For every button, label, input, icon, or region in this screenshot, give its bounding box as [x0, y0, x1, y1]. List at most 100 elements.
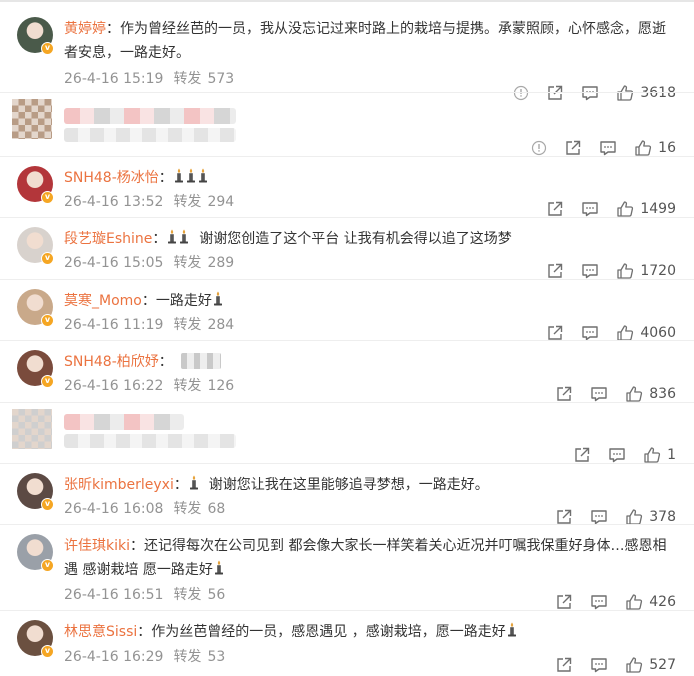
- repost-count: 转发 573: [173, 71, 234, 87]
- candle-emoji-icon: [213, 560, 225, 578]
- reply-icon[interactable]: [590, 656, 608, 674]
- share-icon[interactable]: [564, 139, 582, 157]
- share-icon[interactable]: [555, 385, 573, 403]
- comment-meta: 26-4-16 16:51 转发 56: [64, 584, 225, 604]
- repost-number: 294: [207, 194, 235, 210]
- comment-item: v 林思意Sissi：作为丝芭曾经的一员，感恩遇见 ，感谢栽培，愿一路走好 26-4…: [0, 620, 694, 676]
- repost-label: 转发: [173, 194, 202, 210]
- comment-body: 作为曾经丝芭的一员，我从没忘记过来时路上的栽培与提携。承蒙照顾，心怀感念，愿逝者…: [64, 21, 666, 61]
- username-link[interactable]: SNH48-柏欣妤: [64, 354, 159, 370]
- like-button[interactable]: 1720: [616, 262, 676, 280]
- divider: [0, 340, 694, 341]
- share-icon[interactable]: [573, 446, 591, 464]
- repost-number: 56: [207, 587, 226, 603]
- verified-badge-icon: v: [41, 498, 54, 511]
- repost-number: 68: [207, 501, 226, 517]
- reply-icon[interactable]: [608, 446, 626, 464]
- repost-number: 126: [207, 378, 235, 394]
- comment-meta: 26-4-16 16:29 转发 53: [64, 646, 225, 666]
- repost-count: 转发 126: [173, 378, 234, 394]
- like-button[interactable]: 836: [625, 385, 676, 403]
- comment-meta: 26-4-16 16:22 转发 126: [64, 375, 234, 395]
- repost-label: 转发: [173, 255, 202, 271]
- verified-badge-icon: v: [41, 645, 54, 658]
- reply-icon[interactable]: [599, 139, 617, 157]
- username-link[interactable]: 林思意Sissi: [64, 624, 137, 640]
- username-link[interactable]: SNH48-杨冰怡: [64, 170, 159, 186]
- username-link[interactable]: 段艺璇Eshine: [64, 231, 152, 247]
- candle-emoji-icon: [166, 229, 178, 247]
- username-link[interactable]: 莫寒_Momo: [64, 293, 142, 309]
- colon: ：: [130, 538, 144, 554]
- reply-icon[interactable]: [581, 84, 599, 102]
- repost-label: 转发: [173, 71, 202, 87]
- timestamp: 26-4-16 15:19: [64, 71, 164, 87]
- divider: [0, 92, 694, 93]
- reply-icon[interactable]: [590, 385, 608, 403]
- report-icon[interactable]: [513, 85, 529, 101]
- comment-meta: 26-4-16 15:19 转发 573: [64, 68, 234, 88]
- username-link[interactable]: 黄婷婷: [64, 21, 106, 37]
- verified-badge-icon: v: [41, 252, 54, 265]
- like-count: 1: [667, 447, 676, 463]
- colon: ：: [106, 21, 120, 37]
- blurred-username: [64, 108, 236, 124]
- username-link[interactable]: 张昕kimberleyxi: [64, 477, 174, 493]
- divider: [0, 524, 694, 525]
- comment-body: 作为丝芭曾经的一员，感恩遇见 ，感谢栽培，愿一路走好: [151, 624, 506, 640]
- blurred-emoji: [180, 353, 221, 369]
- share-icon[interactable]: [546, 84, 564, 102]
- comment-body: 还记得每次在公司见到 都会像大家长一样笑着关心近况并叮嘱我保重好身体…感恩相遇 …: [64, 538, 667, 578]
- repost-label: 转发: [173, 501, 202, 517]
- verified-badge-icon: v: [41, 42, 54, 55]
- comment-meta: 26-4-16 15:05 转发 289: [64, 252, 234, 272]
- share-icon[interactable]: [555, 656, 573, 674]
- candle-emoji-icon: [173, 168, 185, 186]
- comment-list: v 黄婷婷：作为曾经丝芭的一员，我从没忘记过来时路上的栽培与提携。承蒙照顾，心怀感…: [0, 0, 694, 676]
- comment-actions: 1720: [529, 261, 676, 281]
- repost-number: 284: [207, 317, 235, 333]
- like-count: 836: [649, 386, 676, 402]
- comment-text: 莫寒_Momo：一路走好: [64, 289, 676, 313]
- colon: ：: [137, 624, 152, 640]
- like-button[interactable]: 1499: [616, 200, 676, 218]
- reply-icon[interactable]: [581, 262, 599, 280]
- report-icon[interactable]: [531, 140, 547, 156]
- comment-item: v 段艺璇Eshine： 谢谢您创造了这个平台 让我有机会得以追了这场梦 26-4-…: [0, 227, 694, 283]
- comment-item: 16: [0, 99, 694, 160]
- repost-count: 转发 289: [173, 255, 234, 271]
- like-button[interactable]: 426: [625, 593, 676, 611]
- verified-badge-icon: v: [41, 191, 54, 204]
- timestamp: 26-4-16 15:05: [64, 255, 164, 271]
- divider: [0, 610, 694, 611]
- candle-emoji-icon: [178, 229, 190, 247]
- like-button[interactable]: 3618: [616, 84, 676, 102]
- avatar[interactable]: [12, 99, 52, 139]
- share-icon[interactable]: [546, 262, 564, 280]
- comment-actions: 1499: [529, 199, 676, 219]
- comment-actions: 836: [538, 384, 676, 404]
- share-icon[interactable]: [546, 200, 564, 218]
- like-button[interactable]: 1: [643, 446, 676, 464]
- share-icon[interactable]: [555, 593, 573, 611]
- colon: ：: [173, 477, 188, 493]
- reply-icon[interactable]: [581, 200, 599, 218]
- divider: [0, 217, 694, 218]
- reply-icon[interactable]: [590, 593, 608, 611]
- comment-item: v 莫寒_Momo：一路走好 26-4-16 11:19 转发 284 4060: [0, 289, 694, 345]
- candle-emoji-icon: [197, 168, 209, 186]
- comment-body: 谢谢您创造了这个平台 让我有机会得以追了这场梦: [199, 231, 512, 247]
- colon: ：: [158, 354, 173, 370]
- like-button[interactable]: 16: [634, 139, 676, 157]
- comment-text: SNH48-柏欣妤：: [64, 350, 676, 374]
- repost-number: 289: [207, 255, 235, 271]
- repost-label: 转发: [173, 649, 202, 665]
- top-divider: [0, 0, 694, 2]
- like-button[interactable]: 527: [625, 656, 676, 674]
- avatar[interactable]: [12, 409, 52, 449]
- username-link[interactable]: 许佳琪kiki: [64, 538, 130, 554]
- timestamp: 26-4-16 11:19: [64, 317, 164, 333]
- like-count: 1499: [640, 201, 676, 217]
- divider: [0, 156, 694, 157]
- comment-text: SNH48-杨冰怡：: [64, 166, 676, 190]
